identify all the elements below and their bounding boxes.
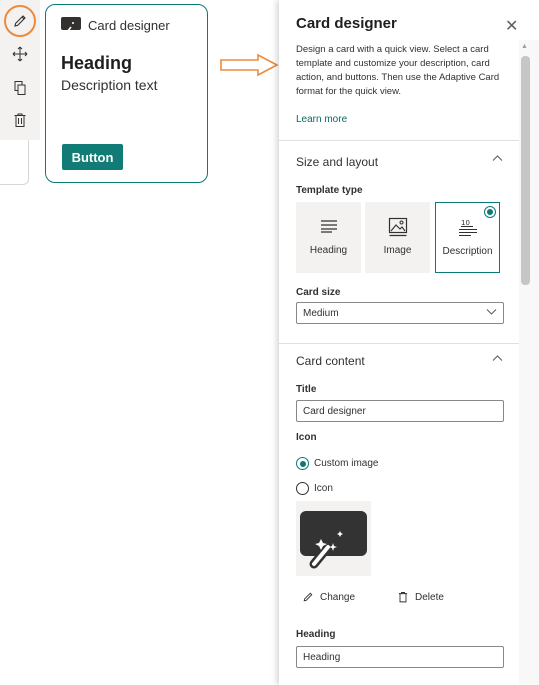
template-label: Description bbox=[442, 246, 493, 257]
card-preview[interactable]: Card designer Heading Description text B… bbox=[45, 4, 208, 183]
pencil-icon bbox=[302, 591, 314, 603]
radio-label: Custom image bbox=[314, 458, 379, 469]
delete-label: Delete bbox=[415, 591, 444, 603]
divider bbox=[279, 343, 519, 344]
panel-title: Card designer bbox=[296, 15, 397, 32]
radio-custom-image[interactable]: Custom image bbox=[296, 457, 378, 470]
heading-input-value: Heading bbox=[303, 651, 341, 663]
section-card-content-title[interactable]: Card content bbox=[296, 354, 365, 368]
template-label: Heading bbox=[309, 245, 348, 256]
pencil-icon[interactable] bbox=[8, 9, 32, 33]
template-option-description[interactable]: 10 Description bbox=[435, 202, 500, 273]
radio-selected-icon bbox=[296, 457, 309, 470]
image-template-icon bbox=[365, 217, 430, 237]
webpart-toolbar bbox=[0, 0, 40, 140]
scroll-up-icon[interactable]: ▲ bbox=[521, 43, 528, 50]
card-size-dropdown[interactable]: Medium bbox=[296, 302, 504, 324]
card-designer-panel: Card designer ✕ Design a card with a qui… bbox=[279, 0, 539, 685]
custom-image-icon bbox=[300, 511, 367, 569]
description-template-icon: 10 bbox=[436, 218, 499, 236]
template-label: Image bbox=[383, 245, 412, 256]
arrow-right-icon bbox=[220, 53, 279, 77]
title-input-value: Card designer bbox=[303, 405, 366, 417]
card-custom-image-icon bbox=[61, 17, 81, 38]
panel-intro: Design a card with a quick view. Select … bbox=[296, 44, 500, 97]
copy-icon[interactable] bbox=[8, 76, 32, 100]
template-option-image[interactable]: Image bbox=[365, 202, 430, 273]
scrollbar-thumb[interactable] bbox=[521, 56, 530, 285]
change-label: Change bbox=[320, 591, 356, 603]
change-button[interactable]: Change bbox=[302, 591, 355, 603]
chevron-up-icon[interactable] bbox=[492, 354, 503, 365]
card-size-value: Medium bbox=[303, 307, 339, 319]
radio-label: Icon bbox=[314, 483, 333, 494]
card-heading: Heading bbox=[61, 53, 133, 73]
toolbar-edge bbox=[0, 140, 29, 185]
card-description: Description text bbox=[61, 77, 158, 93]
close-icon[interactable]: ✕ bbox=[505, 16, 518, 36]
icon-label: Icon bbox=[296, 432, 317, 443]
template-option-heading[interactable]: Heading bbox=[296, 202, 361, 273]
template-type-label: Template type bbox=[296, 185, 363, 196]
divider bbox=[279, 140, 519, 141]
title-input[interactable]: Card designer bbox=[296, 400, 504, 422]
card-button[interactable]: Button bbox=[62, 144, 123, 170]
trash-icon[interactable] bbox=[8, 108, 32, 132]
chevron-up-icon[interactable] bbox=[492, 154, 503, 165]
title-label: Title bbox=[296, 384, 317, 395]
radio-icon[interactable]: Icon bbox=[296, 482, 333, 495]
radio-unselected-icon bbox=[296, 482, 309, 495]
svg-text:10: 10 bbox=[461, 219, 470, 227]
trash-icon bbox=[397, 591, 409, 603]
chevron-down-icon bbox=[486, 308, 497, 319]
card-size-label: Card size bbox=[296, 287, 341, 298]
selected-check-icon bbox=[484, 206, 496, 218]
custom-image-preview bbox=[296, 501, 371, 576]
card-title: Card designer bbox=[88, 18, 170, 33]
section-size-layout-title[interactable]: Size and layout bbox=[296, 155, 378, 169]
delete-button[interactable]: Delete bbox=[397, 591, 444, 603]
heading-input[interactable]: Heading bbox=[296, 646, 504, 668]
heading-label: Heading bbox=[296, 629, 336, 640]
learn-more-link[interactable]: Learn more bbox=[296, 114, 347, 125]
heading-template-icon bbox=[296, 219, 361, 233]
move-icon[interactable] bbox=[8, 42, 32, 66]
